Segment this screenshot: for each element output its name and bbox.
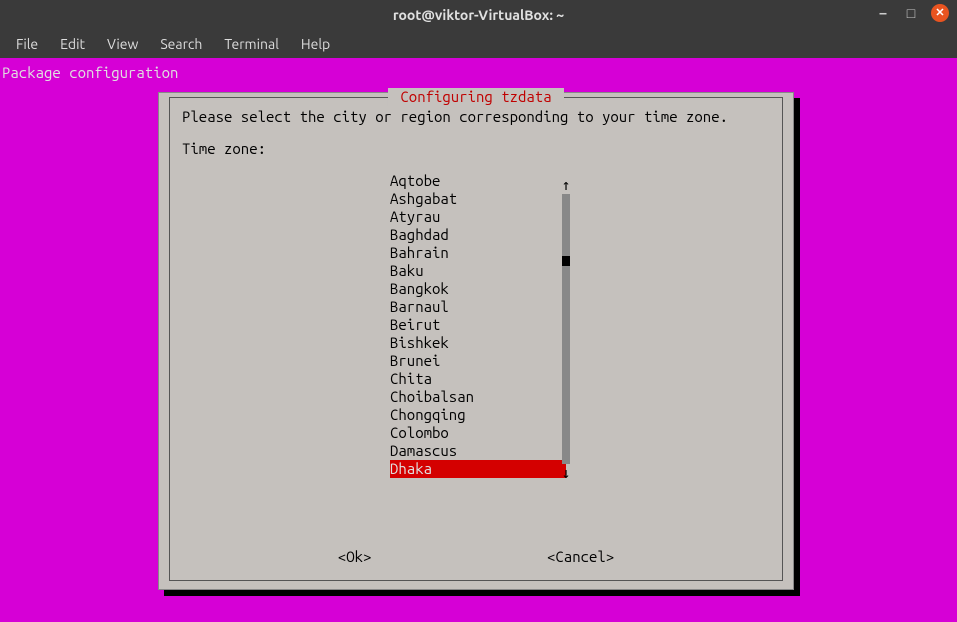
terminal-header: Package configuration <box>2 64 178 82</box>
cancel-button[interactable]: <Cancel> <box>547 548 614 566</box>
scroll-up-icon[interactable]: ↑ <box>561 176 570 194</box>
scroll-track[interactable] <box>562 194 570 464</box>
menu-help[interactable]: Help <box>293 32 338 56</box>
dialog-prompt: Please select the city or region corresp… <box>182 108 770 126</box>
minimize-button[interactable]: – <box>875 5 891 21</box>
dialog-label: Time zone: <box>182 140 770 158</box>
menu-edit[interactable]: Edit <box>52 32 93 56</box>
scrollbar[interactable]: ↑ ↓ <box>560 176 572 482</box>
ok-button[interactable]: <Ok> <box>338 548 372 566</box>
menu-search[interactable]: Search <box>152 32 210 56</box>
list-item[interactable]: Dhaka <box>390 460 566 478</box>
menu-file[interactable]: File <box>8 32 46 56</box>
dialog-buttons: <Ok> <Cancel> <box>170 548 782 566</box>
scroll-thumb[interactable] <box>562 256 570 266</box>
maximize-button[interactable]: □ <box>903 5 919 21</box>
terminal: Package configuration Configuring tzdata… <box>0 58 957 622</box>
dialog-inner: Configuring tzdata Please select the cit… <box>169 97 783 581</box>
close-button[interactable]: ✕ <box>931 4 949 22</box>
menubar: File Edit View Search Terminal Help <box>0 30 957 58</box>
window-titlebar: root@viktor-VirtualBox: ~ – □ ✕ <box>0 0 957 30</box>
menu-view[interactable]: View <box>99 32 146 56</box>
dialog-title: Configuring tzdata <box>388 88 564 106</box>
scroll-down-icon[interactable]: ↓ <box>561 464 570 482</box>
menu-terminal[interactable]: Terminal <box>216 32 287 56</box>
tzdata-dialog: Configuring tzdata Please select the cit… <box>158 92 794 590</box>
window-title: root@viktor-VirtualBox: ~ <box>393 7 564 23</box>
window-controls: – □ ✕ <box>875 4 949 22</box>
